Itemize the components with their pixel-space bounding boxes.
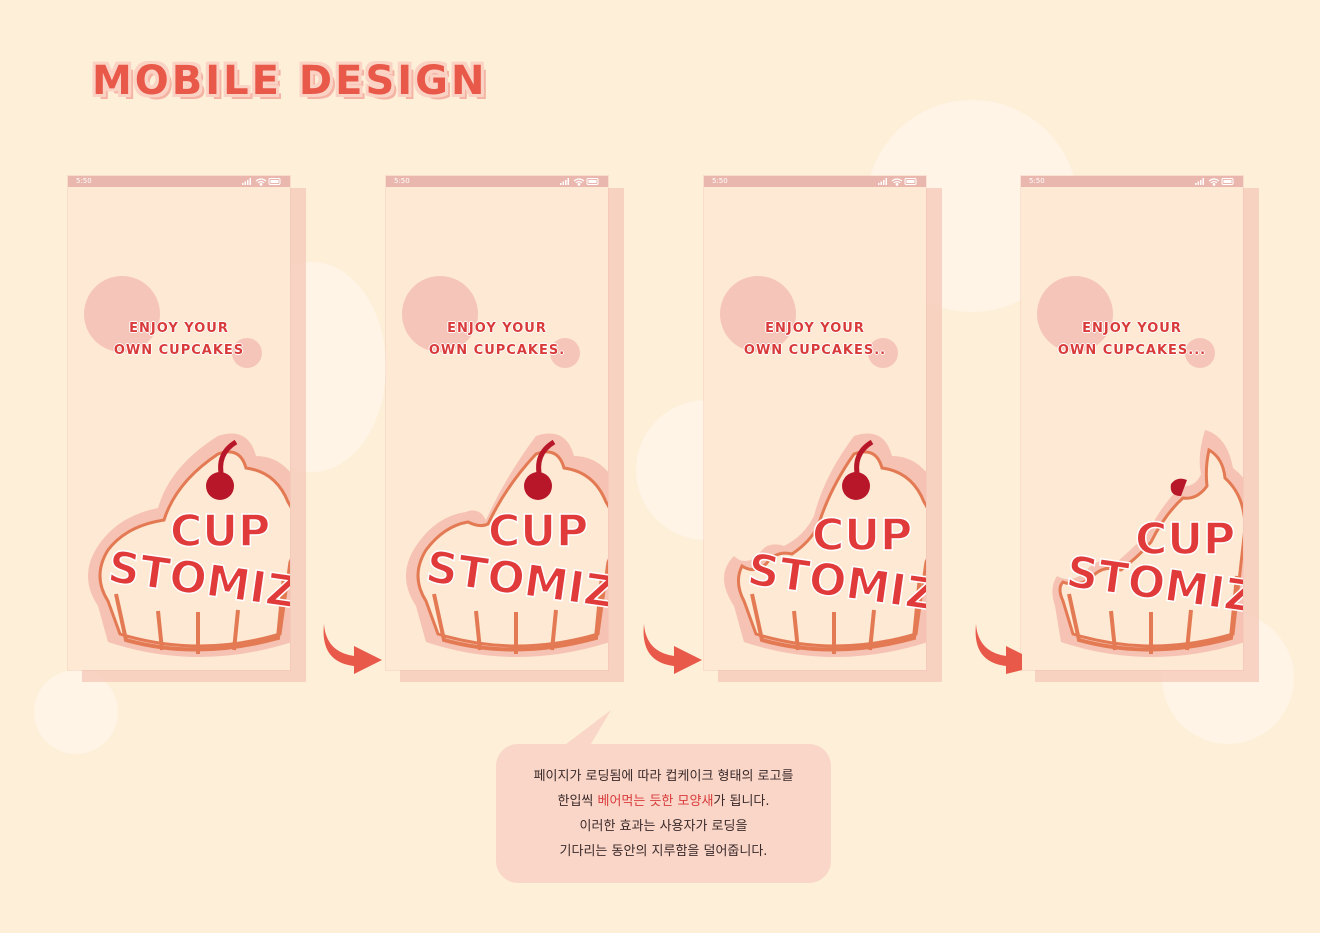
- cupcake-logo: CUP STOMIZE: [88, 433, 290, 657]
- status-bar: 5:50: [1021, 176, 1243, 187]
- arrow-right-icon: [975, 624, 1022, 674]
- status-icons: [1195, 177, 1235, 190]
- loading-tagline: ENJOY YOUR OWN CUPCAKES...: [1021, 318, 1243, 362]
- status-time: 5:50: [712, 177, 728, 185]
- status-time: 5:50: [76, 177, 92, 185]
- signal-icon: [242, 178, 251, 185]
- description-line-4: 기다리는 동안의 지루함을 덜어줍니다.: [559, 844, 768, 859]
- status-bar: 5:50: [68, 176, 290, 187]
- description-line-1: 페이지가 로딩됨에 따라 컵케이크 형태의 로고를: [533, 769, 794, 784]
- description-text: 페이지가 로딩됨에 따라 컵케이크 형태의 로고를 한입씩 베어먹는 듯한 모양…: [496, 764, 831, 864]
- loading-tagline: ENJOY YOUR OWN CUPCAKES: [68, 318, 290, 362]
- tagline-line-2: OWN CUPCAKES: [113, 343, 245, 358]
- status-time: 5:50: [394, 177, 410, 185]
- page-title: MOBILE DESIGN: [92, 58, 488, 104]
- phone-mockup-4: 5:50 ENJOY YOUR OWN CUPCAKES... CUP STOM…: [1021, 176, 1259, 682]
- signal-icon: [560, 178, 569, 185]
- tagline-line-1: ENJOY YOUR: [765, 321, 865, 336]
- battery-icon: [904, 178, 917, 185]
- battery-icon: [1221, 178, 1234, 185]
- description-highlight: 베어먹는 듯한 모양새: [597, 794, 714, 809]
- status-bar: 5:50: [386, 176, 608, 187]
- phone-screen: 5:50 ENJOY YOUR OWN CUPCAKES.. CUP STOMI…: [704, 176, 926, 670]
- status-icons: [878, 177, 918, 190]
- status-bar: 5:50: [704, 176, 926, 187]
- description-line-2-end: 가 됩니다.: [713, 794, 770, 809]
- phone-screen: 5:50 ENJOY YOUR OWN CUPCAKES CUP STOMIZE: [68, 176, 290, 670]
- arrow-right-icon: [643, 624, 702, 674]
- phone-mockup-3: 5:50 ENJOY YOUR OWN CUPCAKES.. CUP STOMI…: [704, 176, 942, 682]
- battery-icon: [586, 178, 599, 185]
- wifi-icon: [255, 178, 267, 186]
- description-line-3: 이러한 효과는 사용자가 로딩을: [579, 819, 748, 834]
- wifi-icon: [891, 178, 903, 186]
- loading-tagline: ENJOY YOUR OWN CUPCAKES.: [386, 318, 608, 362]
- cake-text-top: CUP: [488, 506, 588, 557]
- status-icons: [242, 177, 282, 190]
- status-time: 5:50: [1029, 177, 1045, 185]
- loading-tagline: ENJOY YOUR OWN CUPCAKES..: [704, 318, 926, 362]
- description-bubble: 페이지가 로딩됨에 따라 컵케이크 형태의 로고를 한입씩 베어먹는 듯한 모양…: [496, 744, 831, 883]
- cake-text-top: CUP: [812, 510, 912, 561]
- cake-text-top: CUP: [170, 506, 270, 557]
- wifi-icon: [1208, 178, 1220, 186]
- wifi-icon: [573, 178, 585, 186]
- cupcake-logo: CUP STOMIZE: [406, 433, 608, 657]
- cupcake-logo: CUP STOMIZE: [724, 433, 926, 657]
- tagline-line-1: ENJOY YOUR: [129, 321, 229, 336]
- background-circle: [34, 670, 118, 754]
- phone-screen: 5:50 ENJOY YOUR OWN CUPCAKES... CUP STOM…: [1021, 176, 1243, 670]
- signal-icon: [1195, 178, 1204, 185]
- signal-icon: [878, 178, 887, 185]
- tagline-line-1: ENJOY YOUR: [447, 321, 547, 336]
- tagline-line-2: OWN CUPCAKES...: [1057, 343, 1207, 358]
- tagline-line-1: ENJOY YOUR: [1082, 321, 1182, 336]
- phone-screen: 5:50 ENJOY YOUR OWN CUPCAKES. CUP STOMIZ…: [386, 176, 608, 670]
- tagline-line-2: OWN CUPCAKES.: [428, 343, 566, 358]
- phone-mockup-1: 5:50 ENJOY YOUR OWN CUPCAKES CUP STOMIZE: [68, 176, 306, 682]
- arrow-right-icon: [323, 624, 382, 674]
- phone-mockup-2: 5:50 ENJOY YOUR OWN CUPCAKES. CUP STOMIZ…: [386, 176, 624, 682]
- description-line-2-start: 한입씩: [557, 794, 598, 809]
- tagline-line-2: OWN CUPCAKES..: [743, 343, 887, 358]
- cupcake-logo: CUP STOMIZE: [1052, 430, 1243, 657]
- description-line-2: 한입씩 베어먹는 듯한 모양새가 됩니다.: [496, 789, 831, 814]
- status-icons: [560, 177, 600, 190]
- battery-icon: [268, 178, 281, 185]
